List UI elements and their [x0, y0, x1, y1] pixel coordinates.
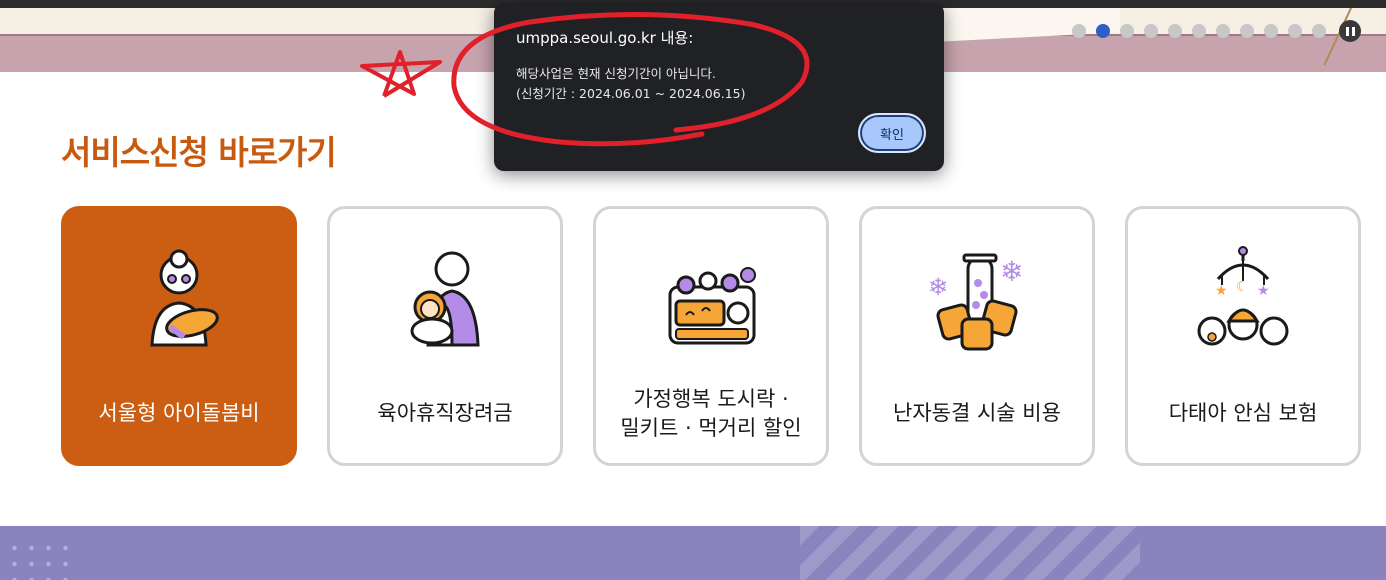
svg-text:❄: ❄	[1000, 255, 1023, 288]
service-card-parental-leave[interactable]: 육아휴직장려금	[327, 206, 563, 466]
dialog-origin: umppa.seoul.go.kr 내용:	[516, 29, 694, 47]
slider-dot[interactable]	[1192, 24, 1206, 38]
slider-dot[interactable]	[1072, 24, 1086, 38]
parent-holding-baby-icon	[390, 245, 500, 355]
service-card-lunchbox-discount[interactable]: 가정행복 도시락 · 밀키트 · 먹거리 할인	[593, 206, 829, 466]
slider-pagination	[1072, 24, 1326, 38]
slider-dot[interactable]	[1264, 24, 1278, 38]
section-title: 서비스신청 바로가기	[61, 133, 337, 172]
dialog-ok-button[interactable]: 확인	[858, 113, 926, 153]
grandmother-holding-baby-icon	[124, 245, 234, 355]
stripe-pattern-decoration	[800, 526, 1140, 580]
svg-text:☾: ☾	[1236, 279, 1249, 295]
slider-dot[interactable]	[1240, 24, 1254, 38]
slider-dot[interactable]	[1216, 24, 1230, 38]
slider-dot[interactable]	[1144, 24, 1158, 38]
svg-text:★: ★	[1257, 283, 1270, 299]
alert-dialog: umppa.seoul.go.kr 내용: 해당사업은 현재 신청기간이 아닙니…	[494, 3, 944, 171]
service-card-multiple-birth-insurance[interactable]: ★ ★ ☾ 다태아 안심 보험	[1125, 206, 1361, 466]
card-label: 난자동결 시술 비용	[893, 401, 1061, 426]
annotation-star-scribble	[360, 50, 442, 98]
dot-pattern-decoration	[6, 540, 76, 580]
lunchbox-icon	[656, 245, 766, 355]
card-label: 육아휴직장려금	[377, 401, 513, 426]
svg-text:❄: ❄	[928, 273, 948, 301]
card-label: 가정행복 도시락 · 밀키트 · 먹거리 할인	[620, 386, 802, 440]
svg-text:★: ★	[1215, 283, 1228, 299]
service-card-egg-freezing[interactable]: ❄ ❄ 난자동결 시술 비용	[859, 206, 1095, 466]
slider-dot-active[interactable]	[1096, 24, 1110, 38]
pause-icon[interactable]	[1339, 20, 1361, 42]
slider-dot[interactable]	[1312, 24, 1326, 38]
slider-dot[interactable]	[1288, 24, 1302, 38]
card-label: 서울형 아이돌봄비	[98, 401, 260, 426]
service-card-list: 서울형 아이돌봄비 육아휴직장려금 가정행복 도시락 · 밀키트 · 먹거리 할…	[61, 206, 1361, 466]
service-card-seoul-childcare[interactable]: 서울형 아이돌봄비	[61, 206, 297, 466]
dialog-message-line2: (신청기간 : 2024.06.01 ~ 2024.06.15)	[516, 86, 746, 101]
slider-dot[interactable]	[1120, 24, 1134, 38]
dialog-message-line1: 해당사업은 현재 신청기간이 아닙니다.	[516, 66, 716, 81]
frozen-test-tube-icon: ❄ ❄	[922, 245, 1032, 355]
slider-dot[interactable]	[1168, 24, 1182, 38]
multiple-babies-mobile-icon: ★ ★ ☾	[1188, 245, 1298, 355]
bottom-decorative-band	[0, 526, 1386, 580]
card-label: 다태아 안심 보험	[1168, 401, 1318, 426]
